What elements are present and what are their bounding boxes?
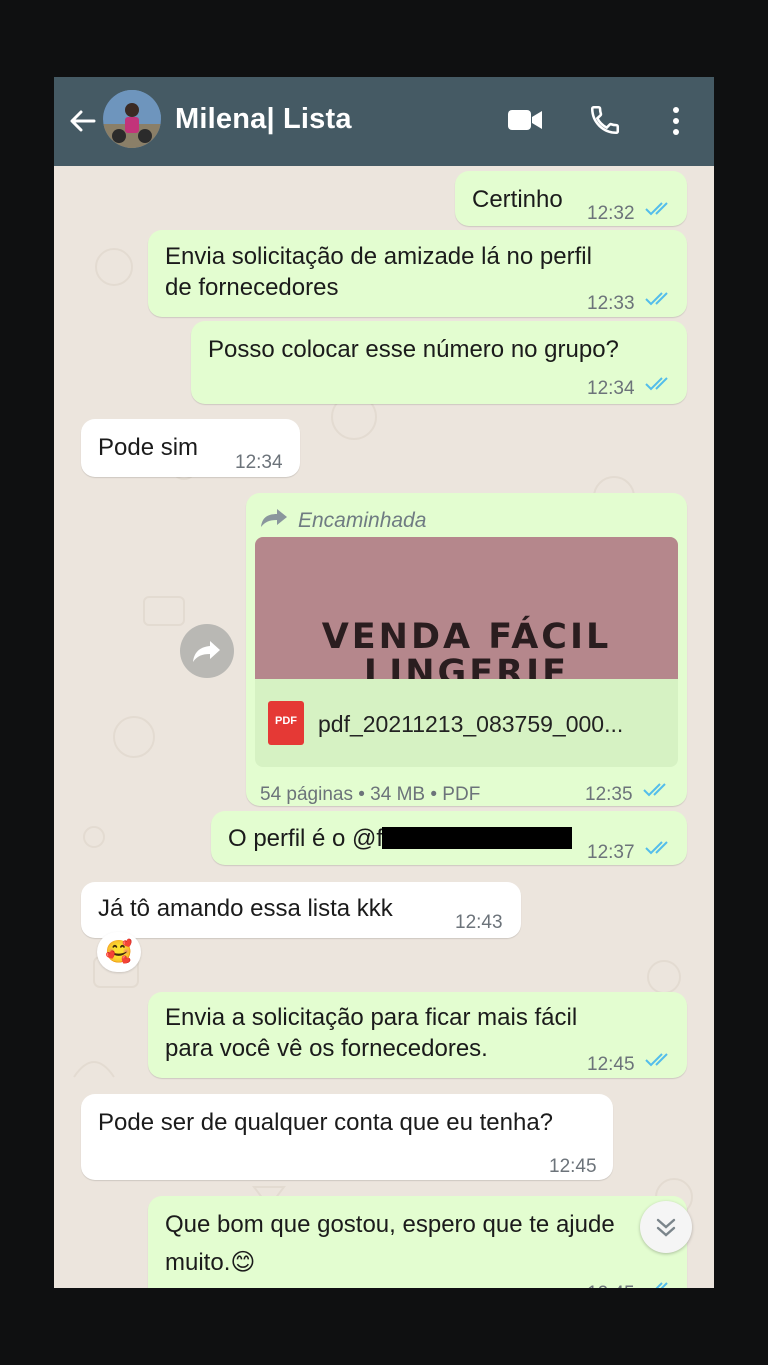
document-preview-text: VENDA FÁCIL LINGERIE — [321, 617, 612, 679]
message-time: 12:32 — [587, 203, 635, 224]
forward-arrow-icon — [193, 641, 220, 662]
message-time: 12:34 — [235, 452, 283, 473]
message-time: 12:33 — [587, 293, 635, 314]
read-receipt-icon — [645, 377, 668, 391]
message-time: 12:34 — [587, 378, 635, 399]
message-text: O perfil é o @f — [228, 825, 384, 852]
message-bubble-outgoing[interactable]: Posso colocar esse número no grupo? 12:3… — [191, 321, 687, 404]
read-receipt-icon — [643, 783, 666, 797]
forward-button[interactable] — [180, 624, 234, 678]
read-receipt-icon — [645, 841, 668, 855]
more-options-icon[interactable] — [670, 106, 682, 136]
message-time: 12:45 — [549, 1156, 597, 1177]
message-text: Já tô amando essa lista kkk — [98, 895, 393, 922]
document-preview[interactable]: VENDA FÁCIL LINGERIE — [255, 537, 678, 679]
chat-screen: Milena| Lista Certinho 12:32 Envia solic… — [54, 77, 714, 1288]
pdf-file-icon-label: PDF — [275, 715, 297, 727]
avatar-image — [103, 90, 161, 148]
back-arrow-icon[interactable] — [66, 105, 98, 137]
contact-name[interactable]: Milena| Lista — [175, 103, 352, 136]
document-message-bubble[interactable]: Encaminhada VENDA FÁCIL LINGERIE PDF pdf… — [246, 493, 687, 806]
message-text: Envia a solicitação para ficar mais fáci… — [165, 1004, 578, 1062]
message-time: 12:43 — [455, 912, 503, 933]
message-text: Pode ser de qualquer conta que eu tenha? — [98, 1109, 554, 1136]
pdf-file-icon: PDF — [268, 701, 304, 745]
message-bubble-outgoing[interactable]: Envia a solicitação para ficar mais fáci… — [148, 992, 687, 1078]
redaction-bar — [382, 827, 572, 849]
message-text: Posso colocar esse número no grupo? — [208, 336, 619, 363]
scroll-to-bottom-button[interactable] — [640, 1201, 692, 1253]
message-text: Envia solicitação de amizade lá no perfi… — [165, 243, 592, 301]
message-text: Certinho — [472, 186, 563, 213]
read-receipt-icon — [645, 292, 668, 306]
message-bubble-incoming[interactable]: Pode sim 12:34 — [81, 419, 300, 477]
message-bubble-outgoing[interactable]: Envia solicitação de amizade lá no perfi… — [148, 230, 687, 317]
phone-icon[interactable] — [588, 103, 622, 137]
message-bubble-outgoing[interactable]: O perfil é o @f 12:37 — [211, 811, 687, 865]
message-reaction[interactable]: 🥰 — [97, 932, 141, 972]
message-bubble-outgoing[interactable]: Certinho 12:32 — [455, 171, 687, 226]
message-bubble-outgoing[interactable]: Que bom que gostou, espero que te ajude … — [148, 1196, 687, 1288]
chat-header: Milena| Lista — [54, 77, 714, 166]
message-time: 12:45 — [587, 1054, 635, 1075]
message-bubble-incoming[interactable]: Já tô amando essa lista kkk 12:43 — [81, 882, 521, 938]
forwarded-icon — [261, 509, 287, 527]
video-camera-icon[interactable] — [507, 107, 543, 133]
message-list[interactable]: Certinho 12:32 Envia solicitação de amiz… — [54, 166, 714, 1288]
message-text: Que bom que gostou, espero que te ajude … — [165, 1211, 615, 1276]
message-time: 12:45 — [587, 1278, 635, 1288]
message-time: 12:37 — [587, 842, 635, 863]
read-receipt-icon — [645, 1053, 668, 1067]
document-file-row[interactable]: PDF pdf_20211213_083759_000... — [255, 679, 678, 767]
message-bubble-incoming[interactable]: Pode ser de qualquer conta que eu tenha?… — [81, 1094, 613, 1180]
avatar[interactable] — [103, 90, 161, 148]
double-chevron-down-icon — [656, 1218, 676, 1237]
read-receipt-icon — [645, 202, 668, 216]
document-file-name: pdf_20211213_083759_000... — [318, 711, 624, 737]
document-meta: 54 páginas • 34 MB • PDF — [260, 784, 481, 805]
message-time: 12:35 — [585, 784, 633, 805]
forwarded-label: Encaminhada — [298, 509, 427, 532]
read-receipt-icon — [655, 1282, 668, 1288]
message-text: Pode sim — [98, 434, 199, 461]
